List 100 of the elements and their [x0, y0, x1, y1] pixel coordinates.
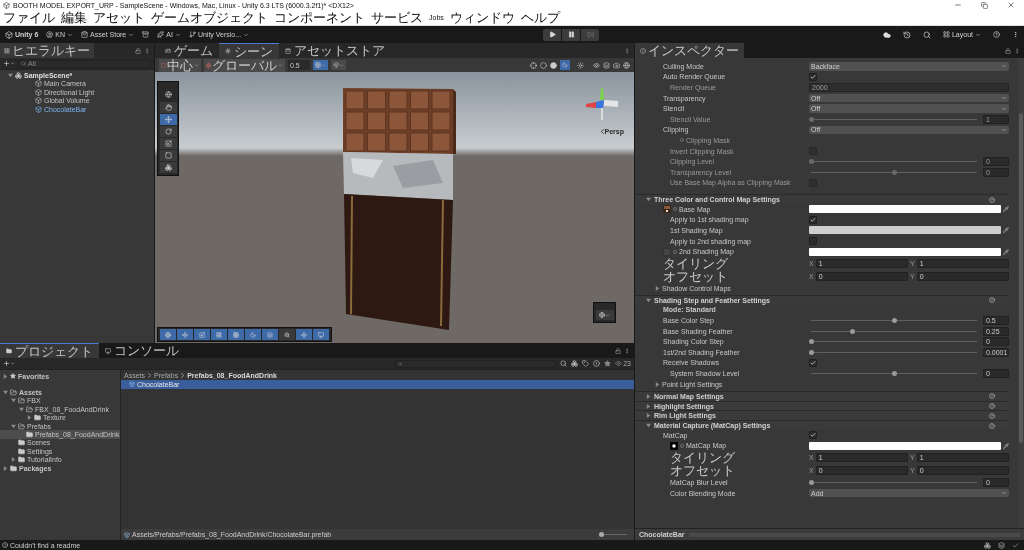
- caret-icon[interactable]: [243, 31, 250, 38]
- help-icon[interactable]: [989, 422, 995, 429]
- search-filter-icon[interactable]: [560, 360, 568, 367]
- collapsed-arrow-icon[interactable]: [11, 457, 16, 463]
- circle-icon[interactable]: [680, 443, 684, 448]
- collapsed-arrow-icon[interactable]: [3, 465, 8, 471]
- lock-icon[interactable]: [1005, 47, 1011, 54]
- caret-icon[interactable]: [1001, 63, 1007, 70]
- matcap-thumbnail[interactable]: [670, 441, 678, 450]
- help-icon[interactable]: [989, 403, 995, 410]
- slider-thumb[interactable]: [850, 328, 855, 334]
- shaded-wire-icon[interactable]: [540, 61, 547, 69]
- expanded-arrow-icon[interactable]: [3, 390, 8, 396]
- panel-tab[interactable]: ヒエラルキー: [0, 43, 94, 58]
- overlay-tool-button[interactable]: [262, 329, 278, 340]
- overlay-tool-button[interactable]: [228, 329, 244, 340]
- alert-filter-icon[interactable]: [593, 360, 601, 367]
- overlay-tool-button[interactable]: [177, 329, 193, 340]
- layers-icon[interactable]: [998, 541, 1005, 549]
- caret-icon[interactable]: [128, 31, 135, 38]
- restore-icon[interactable]: [981, 1, 988, 9]
- panel-tab[interactable]: コンソール: [99, 343, 185, 358]
- scale-tool-button[interactable]: [159, 138, 177, 149]
- search-field[interactable]: [395, 359, 557, 368]
- eyedropper-icon[interactable]: [1003, 227, 1009, 234]
- overlay-tool-button[interactable]: [245, 329, 261, 340]
- circle-icon[interactable]: [673, 207, 677, 212]
- add-button[interactable]: [3, 60, 15, 67]
- overlay-tool-button[interactable]: [194, 329, 210, 340]
- history-icon[interactable]: [902, 30, 911, 39]
- panel-tab[interactable]: プロジェクト: [0, 343, 99, 358]
- color-swatch[interactable]: [809, 247, 1001, 256]
- checkbox[interactable]: [809, 358, 817, 367]
- play-button[interactable]: [543, 28, 561, 41]
- caret-icon[interactable]: [10, 61, 15, 66]
- check-icon[interactable]: [1012, 541, 1019, 549]
- menu-item[interactable]: サービス: [371, 11, 423, 24]
- checkbox[interactable]: [809, 431, 817, 440]
- circle-icon[interactable]: [680, 138, 684, 143]
- space-dropdown[interactable]: グローバル: [204, 58, 285, 72]
- gizmos-icon[interactable]: [623, 61, 630, 69]
- zoom-slider-thumb[interactable]: [598, 532, 604, 537]
- help-icon[interactable]: [993, 31, 1000, 38]
- overlay-tool-button[interactable]: [313, 329, 329, 340]
- add-button[interactable]: [3, 360, 15, 367]
- collapsed-arrow-icon[interactable]: [655, 382, 660, 388]
- overlay-tool-button[interactable]: [211, 329, 227, 340]
- circle-icon[interactable]: [673, 249, 677, 254]
- archive-icon[interactable]: [142, 31, 150, 38]
- eyedropper-icon[interactable]: [1003, 248, 1009, 255]
- slider-thumb[interactable]: [891, 371, 897, 377]
- overlay-tool-button[interactable]: [279, 329, 295, 340]
- overlay-tool-button[interactable]: [160, 329, 176, 340]
- cloud-icon[interactable]: [882, 30, 891, 39]
- lighting-icon[interactable]: [577, 61, 584, 69]
- collapsed-arrow-icon[interactable]: [3, 373, 8, 379]
- menu-item[interactable]: ファイル: [3, 11, 55, 24]
- menu-item[interactable]: ウィンドウ: [449, 11, 515, 24]
- visibility-icon[interactable]: [593, 61, 600, 69]
- camera-settings-button[interactable]: [595, 310, 614, 320]
- panel-tab[interactable]: アセットストア: [279, 43, 391, 58]
- collapsed-arrow-icon[interactable]: [646, 403, 651, 409]
- help-icon[interactable]: [989, 393, 995, 400]
- lock-icon[interactable]: [615, 347, 621, 354]
- move-tool-button[interactable]: [159, 114, 177, 125]
- checkbox[interactable]: [809, 215, 817, 224]
- expanded-arrow-icon[interactable]: [646, 423, 651, 429]
- caret-icon[interactable]: [975, 31, 981, 38]
- label-filter-icon[interactable]: [582, 360, 590, 367]
- caret-icon[interactable]: [605, 312, 610, 318]
- overlay-tool-button[interactable]: [296, 329, 312, 340]
- package-icon[interactable]: [984, 541, 991, 549]
- eyedropper-icon[interactable]: [1003, 206, 1009, 213]
- pause-button[interactable]: [562, 28, 580, 41]
- layers-icon[interactable]: [603, 61, 610, 69]
- checkbox[interactable]: [809, 237, 817, 245]
- minimize-icon[interactable]: [954, 1, 962, 9]
- eyedropper-icon[interactable]: [1003, 442, 1009, 449]
- color-swatch[interactable]: [809, 205, 1001, 214]
- slider-thumb[interactable]: [808, 480, 814, 485]
- lock-icon[interactable]: [135, 47, 141, 54]
- camera-icon[interactable]: [613, 61, 620, 69]
- caret-icon[interactable]: [174, 31, 181, 38]
- rect-tool-button[interactable]: [159, 150, 177, 161]
- close-icon[interactable]: [1007, 1, 1015, 9]
- star-icon[interactable]: [604, 360, 612, 367]
- rotate-tool-button[interactable]: [159, 126, 177, 137]
- visibility-icon[interactable]: [615, 360, 623, 367]
- transform-tool-button[interactable]: [159, 162, 177, 173]
- menu-item[interactable]: アセット: [93, 11, 145, 24]
- expanded-arrow-icon[interactable]: [646, 297, 651, 303]
- help-icon[interactable]: [989, 297, 995, 304]
- expanded-arrow-icon[interactable]: [646, 197, 651, 202]
- hand-tool-button[interactable]: [159, 102, 177, 113]
- color-swatch[interactable]: [809, 441, 1001, 450]
- collapsed-arrow-icon[interactable]: [646, 393, 651, 399]
- slider-thumb[interactable]: [808, 339, 814, 345]
- panel-tab[interactable]: シーン: [219, 43, 279, 58]
- expanded-arrow-icon[interactable]: [11, 398, 16, 404]
- color-swatch[interactable]: [809, 226, 1001, 235]
